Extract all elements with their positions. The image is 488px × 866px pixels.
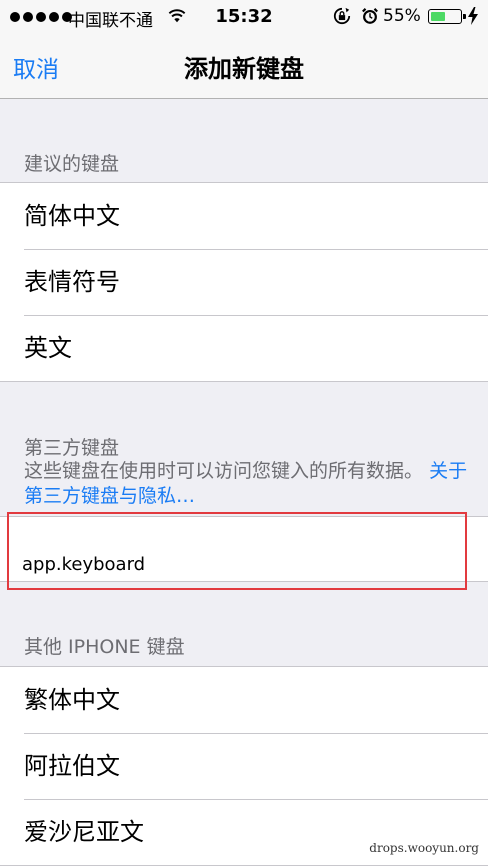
- battery-percent: 55%: [383, 6, 421, 26]
- section-header-suggested: 建议的键盘: [24, 153, 120, 175]
- alarm-icon: [362, 8, 378, 24]
- suggested-keyboards-list: 简体中文 表情符号 英文: [0, 182, 488, 382]
- watermark: drops.wooyun.org: [366, 841, 482, 855]
- keyboard-item-english[interactable]: 英文: [0, 315, 488, 381]
- third-party-description: 这些键盘在使用时可以访问您键入的所有数据。 关于第三方键盘与隐私…: [24, 459, 472, 509]
- highlight-annotation-box: [7, 512, 467, 590]
- keyboard-item-arabic[interactable]: 阿拉伯文: [0, 733, 488, 799]
- third-party-description-text: 这些键盘在使用时可以访问您键入的所有数据。: [24, 460, 424, 482]
- battery-fill: [431, 12, 445, 21]
- keyboard-item-simplified-chinese[interactable]: 简体中文: [0, 183, 488, 249]
- section-header-other: 其他 IPHONE 键盘: [24, 636, 185, 658]
- status-bar: 中国联不通 15:32 55%: [0, 0, 488, 36]
- other-keyboards-list: 繁体中文 阿拉伯文 爱沙尼亚文: [0, 666, 488, 866]
- rotation-lock-icon: [333, 7, 351, 25]
- keyboard-item-traditional-chinese[interactable]: 繁体中文: [0, 667, 488, 733]
- charging-icon: [468, 7, 478, 25]
- keyboard-item-emoji[interactable]: 表情符号: [0, 249, 488, 315]
- section-header-third-party: 第三方键盘: [24, 437, 120, 459]
- battery-icon: [428, 9, 466, 24]
- keyboard-item-estonian[interactable]: 爱沙尼亚文: [0, 799, 488, 865]
- navigation-bar: 取消 添加新键盘: [0, 36, 488, 99]
- page-title: 添加新键盘: [184, 55, 304, 83]
